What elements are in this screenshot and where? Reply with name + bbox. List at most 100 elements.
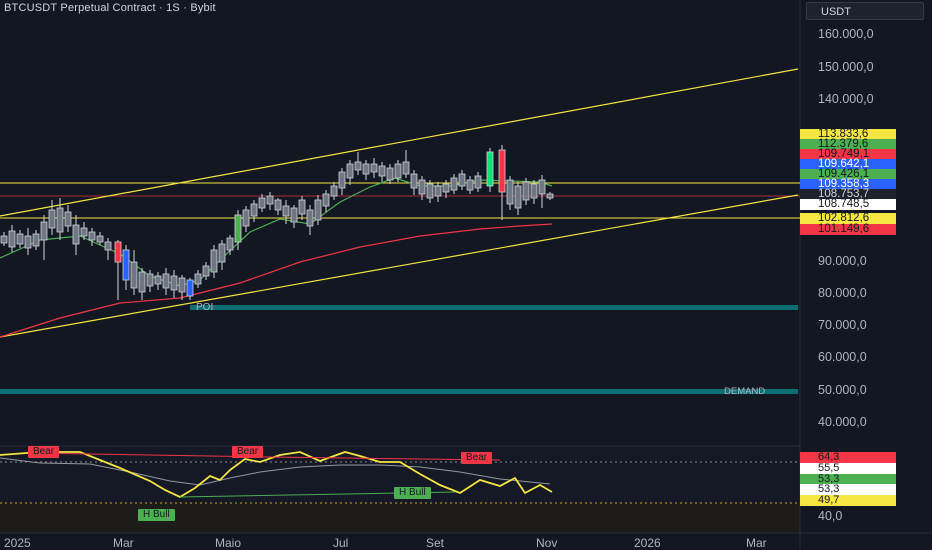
candle-body: [386, 167, 394, 181]
time-axis-label: Mar: [113, 536, 134, 550]
price-axis-label: 150.000,0: [818, 60, 874, 74]
rsi-tag: 55,5: [800, 463, 896, 474]
candle-body: [514, 185, 522, 209]
candle-body: [486, 151, 494, 187]
rsi-tag: 53,3: [800, 484, 896, 495]
candle-body: [242, 209, 250, 227]
candle-body: [104, 241, 112, 251]
candle-body: [64, 211, 72, 227]
candle-body: [322, 193, 330, 207]
candle-body: [338, 171, 346, 189]
time-axis-label: 2025: [4, 536, 31, 550]
time-axis-label: Nov: [536, 536, 558, 550]
candle-body: [32, 233, 40, 247]
demand-label: DEMAND: [724, 386, 766, 397]
candle-body: [402, 161, 410, 175]
candle-body: [130, 261, 138, 289]
candle-body: [498, 149, 506, 193]
candle-body: [258, 197, 266, 209]
rsi-bull-label: H Bull: [138, 509, 175, 521]
candle-body: [474, 175, 482, 189]
candle-body: [410, 173, 418, 189]
price-axis-label: 140.000,0: [818, 92, 874, 106]
price-tag: 108.748,5: [800, 198, 896, 210]
candle-body: [170, 275, 178, 291]
candle-body: [282, 205, 290, 217]
candle-body: [274, 199, 282, 211]
time-axis-label: 2026: [634, 536, 661, 550]
candle-body: [458, 173, 466, 187]
candle-body: [354, 161, 362, 171]
time-axis-label: Maio: [215, 536, 242, 550]
channel-lower: [0, 194, 799, 338]
candle-body: [0, 235, 8, 244]
candle-body: [530, 183, 538, 199]
candle-body: [330, 185, 338, 197]
candle-body: [186, 279, 194, 297]
channel-upper: [0, 68, 799, 217]
candle-body: [72, 224, 80, 245]
candle-body: [138, 271, 146, 293]
candle-body: [146, 273, 154, 287]
time-axis-label: Jul: [333, 536, 349, 550]
candle-body: [298, 199, 306, 215]
price-axis-label: 50.000,0: [818, 383, 867, 397]
candle-body: [178, 277, 186, 293]
candle-body: [442, 183, 450, 193]
rsi-bear-label: Bear: [461, 452, 493, 464]
poi-label: POI: [196, 302, 214, 313]
demand-zone: [0, 389, 798, 394]
candle-body: [210, 249, 218, 273]
candle-body: [202, 265, 210, 277]
rsi-bear-label: Bear: [28, 446, 60, 458]
candle-body: [506, 179, 514, 205]
candle-body: [88, 231, 96, 241]
candle-body: [218, 243, 226, 263]
rsi-tag: 49,7: [800, 495, 896, 506]
candle-body: [314, 199, 322, 221]
candle-body: [122, 249, 130, 281]
price-tag: 101.149,6: [800, 223, 896, 235]
rsi-axis-label: 40,0: [818, 509, 843, 523]
poi-zone: [190, 305, 798, 310]
candle-body: [306, 209, 314, 227]
candle-body: [378, 165, 386, 177]
candle-body: [40, 221, 48, 241]
candle-body: [114, 241, 122, 263]
candle-body: [234, 214, 242, 243]
candle-body: [426, 183, 434, 199]
candle-body: [56, 207, 64, 233]
candle-body: [362, 163, 370, 175]
candle-body: [48, 209, 56, 229]
candle-body: [394, 163, 402, 179]
candle-body: [16, 233, 24, 245]
price-axis-label: 70.000,0: [818, 318, 867, 332]
rsi-bull-label: H Bull: [394, 487, 431, 499]
candle-body: [346, 163, 354, 179]
currency-button[interactable]: USDT: [806, 2, 924, 20]
candle-body: [80, 227, 88, 237]
candle-body: [226, 237, 234, 251]
chart-title: BTCUSDT Perpetual Contract · 1S · Bybit: [4, 2, 216, 14]
time-axis-label: Mar: [746, 536, 767, 550]
candle-body: [154, 275, 162, 285]
candle-body: [522, 181, 530, 201]
price-axis-label: 90.000,0: [818, 254, 867, 268]
candle-body: [450, 177, 458, 191]
price-axis-label: 40.000,0: [818, 415, 867, 429]
candle-body: [434, 185, 442, 197]
candle-body: [546, 193, 554, 199]
rsi-oversold-zone: [0, 503, 800, 533]
candle-body: [250, 203, 258, 217]
candle-body: [8, 230, 16, 248]
time-axis-label: Set: [426, 536, 445, 550]
candle-body: [194, 273, 202, 285]
ema-200: [0, 223, 553, 338]
candle-body: [538, 179, 546, 195]
price-chart[interactable]: [0, 0, 932, 550]
candle-body: [24, 235, 32, 249]
candle-body: [290, 207, 298, 223]
candlesticks: [0, 145, 554, 300]
rsi-bear-label: Bear: [232, 446, 264, 458]
candle-body: [96, 235, 104, 243]
